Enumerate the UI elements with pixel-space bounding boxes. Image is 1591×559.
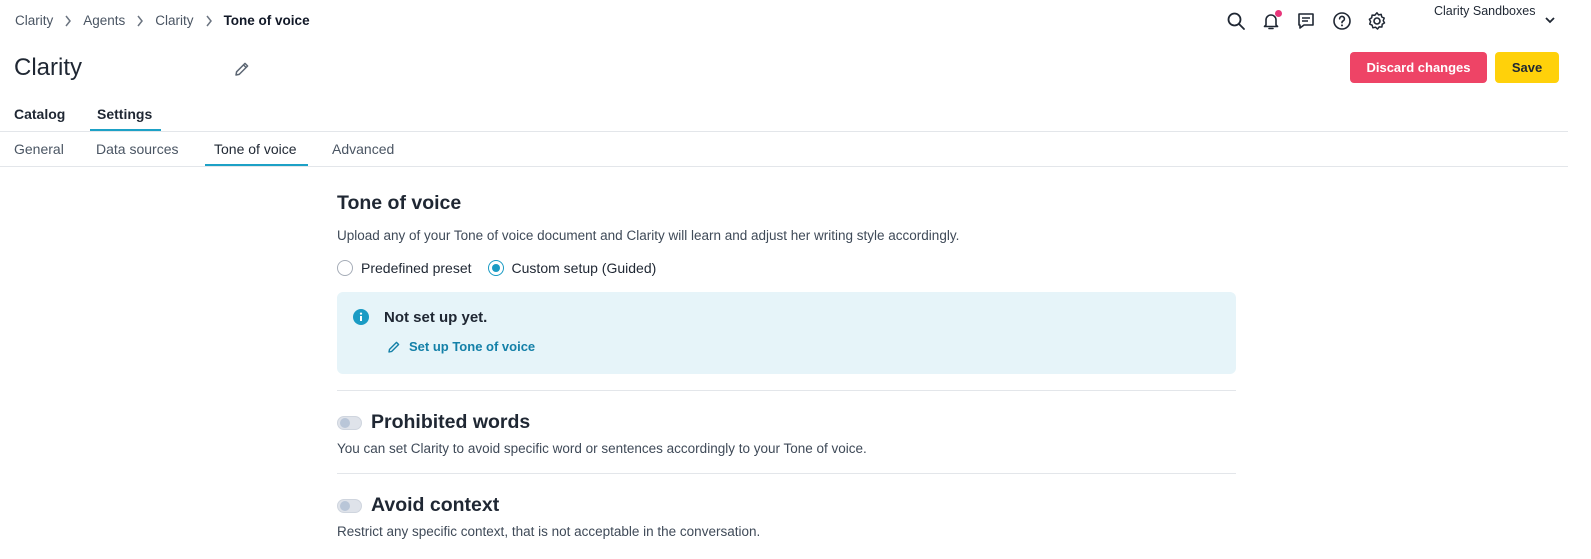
prohibited-words-description: You can set Clarity to avoid specific wo…	[337, 441, 867, 456]
info-box: Not set up yet. Set up Tone of voice	[337, 292, 1236, 374]
pencil-icon[interactable]	[233, 60, 251, 78]
chevron-right-icon	[194, 15, 224, 27]
section-description: Upload any of your Tone of voice documen…	[337, 228, 960, 243]
secondary-tabs: General Data sources Tone of voice Advan…	[0, 132, 1568, 167]
tab-active-underline	[205, 164, 308, 166]
info-icon	[353, 309, 369, 325]
top-bar: Clarity Agents Clarity Tone of voice Cla…	[0, 0, 1591, 44]
tab-settings[interactable]: Settings	[97, 106, 152, 122]
breadcrumb-item-clarity[interactable]: Clarity	[15, 13, 53, 28]
search-icon[interactable]	[1225, 10, 1247, 32]
pencil-icon	[388, 341, 400, 353]
page-title: Clarity	[14, 54, 83, 81]
breadcrumb-current: Tone of voice	[223, 13, 310, 28]
radio-label-custom[interactable]: Custom setup (Guided)	[512, 260, 657, 276]
radio-label-predefined[interactable]: Predefined preset	[361, 260, 472, 276]
setup-tone-of-voice-link[interactable]: Set up Tone of voice	[387, 339, 535, 354]
prohibited-words-toggle[interactable]	[337, 416, 362, 430]
setup-link-label: Set up Tone of voice	[409, 339, 536, 354]
prohibited-words-title: Prohibited words	[371, 411, 531, 433]
help-icon[interactable]	[1331, 10, 1353, 32]
chevron-right-icon	[53, 15, 83, 27]
divider	[337, 390, 1236, 391]
tab-tone-of-voice[interactable]: Tone of voice	[214, 141, 297, 157]
avoid-context-description: Restrict any specific context, that is n…	[337, 524, 761, 539]
avoid-context-title: Avoid context	[371, 494, 500, 516]
radio-custom-setup[interactable]	[487, 260, 504, 276]
chevron-right-icon	[125, 15, 155, 27]
breadcrumb-item-agents[interactable]: Agents	[83, 13, 125, 28]
section-title: Tone of voice	[337, 192, 462, 214]
primary-tabs: Catalog Settings	[0, 100, 1568, 132]
notification-dot	[1275, 10, 1282, 17]
save-button[interactable]: Save	[1495, 52, 1559, 83]
gear-icon[interactable]	[1366, 10, 1388, 32]
tab-general[interactable]: General	[14, 141, 64, 157]
avoid-context-toggle[interactable]	[337, 499, 362, 513]
breadcrumb-item-clarity-agent[interactable]: Clarity	[155, 13, 193, 28]
chevron-down-icon[interactable]	[1544, 15, 1556, 25]
tab-active-underline	[90, 129, 161, 131]
org-switcher[interactable]: Clarity Sandboxes	[1434, 4, 1535, 18]
radio-predefined-preset[interactable]	[337, 260, 353, 276]
chat-icon[interactable]	[1295, 10, 1317, 32]
tone-mode-radio-group: Predefined preset Custom setup (Guided)	[337, 260, 656, 276]
discard-changes-button[interactable]: Discard changes	[1350, 52, 1487, 83]
tab-data-sources[interactable]: Data sources	[96, 141, 178, 157]
tab-catalog[interactable]: Catalog	[14, 106, 65, 122]
breadcrumb: Clarity Agents Clarity Tone of voice	[15, 13, 310, 28]
info-title: Not set up yet.	[384, 309, 488, 326]
tab-advanced[interactable]: Advanced	[332, 141, 394, 157]
divider	[337, 473, 1236, 474]
bell-icon[interactable]	[1260, 10, 1282, 32]
